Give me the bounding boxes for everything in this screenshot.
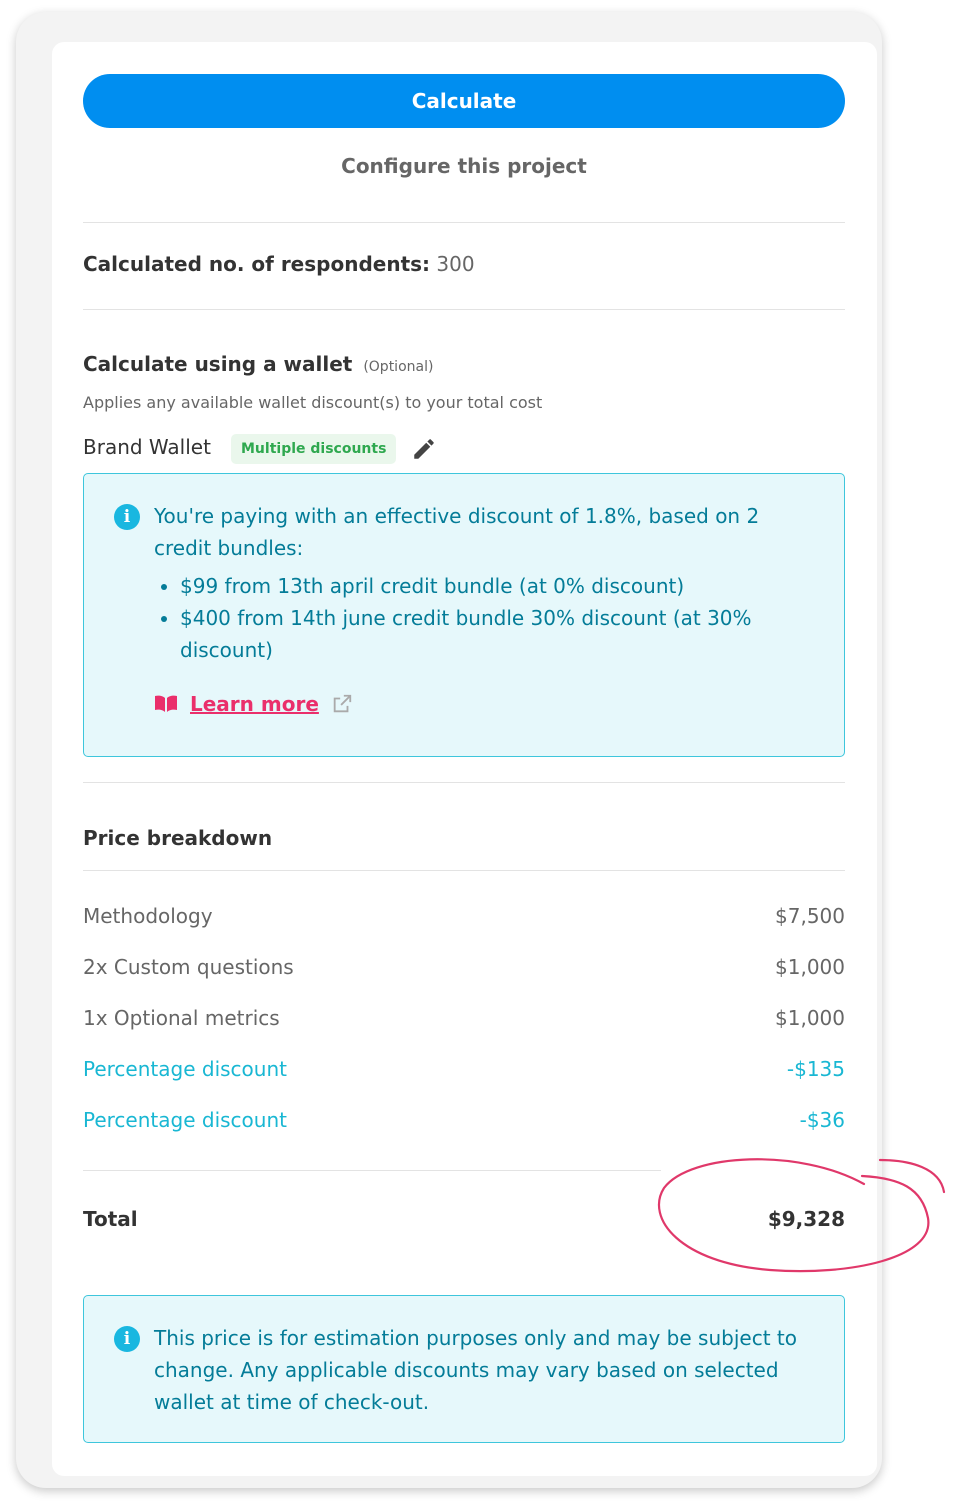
calculate-button[interactable]: Calculate xyxy=(83,74,845,128)
annotation-circle xyxy=(658,1158,946,1273)
disclaimer-text: This price is for estimation purposes on… xyxy=(154,1326,797,1414)
total-label: Total xyxy=(83,1207,138,1231)
estimation-disclaimer: i This price is for estimation purposes … xyxy=(83,1295,845,1443)
discount-intro: You're paying with an effective discount… xyxy=(154,504,760,560)
price-breakdown-title: Price breakdown xyxy=(83,826,273,850)
wallet-subtitle: Applies any available wallet discount(s)… xyxy=(83,393,543,412)
discount-badge: Multiple discounts xyxy=(231,434,397,464)
discount-row-label: Percentage discount xyxy=(83,1108,287,1132)
list-item: $99 from 13th april credit bundle (at 0%… xyxy=(180,570,830,602)
respondents-value: 300 xyxy=(436,252,475,276)
price-row-value: $1,000 xyxy=(775,955,845,979)
divider xyxy=(83,1170,661,1171)
price-row-value: $1,000 xyxy=(775,1006,845,1030)
pencil-icon[interactable] xyxy=(411,436,437,462)
learn-more-row: Learn more xyxy=(154,692,353,716)
discount-row-value: -$135 xyxy=(786,1057,845,1081)
divider xyxy=(83,309,845,310)
configure-project-link[interactable]: Configure this project xyxy=(83,154,845,178)
learn-more-link[interactable]: Learn more xyxy=(190,692,319,716)
discount-row-value: -$36 xyxy=(799,1108,845,1132)
book-icon xyxy=(155,695,177,712)
external-link-icon[interactable] xyxy=(331,693,353,715)
list-item: $400 from 14th june credit bundle 30% di… xyxy=(180,602,830,666)
respondents-summary: Calculated no. of respondents: 300 xyxy=(83,252,475,276)
price-row-label: Methodology xyxy=(83,904,213,928)
wallet-name: Brand Wallet xyxy=(83,435,211,459)
price-row-label: 2x Custom questions xyxy=(83,955,294,979)
info-icon: i xyxy=(114,504,140,530)
respondents-label: Calculated no. of respondents: xyxy=(83,252,431,276)
price-row-label: 1x Optional metrics xyxy=(83,1006,280,1030)
divider xyxy=(83,870,845,871)
divider xyxy=(83,782,845,783)
price-row-value: $7,500 xyxy=(775,904,845,928)
wallet-section-title: Calculate using a wallet (Optional) xyxy=(83,352,433,376)
optional-label: (Optional) xyxy=(363,359,434,375)
wallet-discount-info: i You're paying with an effective discou… xyxy=(83,473,845,757)
info-icon: i xyxy=(114,1326,140,1352)
credit-bundle-list: $99 from 13th april credit bundle (at 0%… xyxy=(154,570,830,666)
discount-row-label: Percentage discount xyxy=(83,1057,287,1081)
wallet-title-text: Calculate using a wallet xyxy=(83,352,353,376)
divider xyxy=(83,222,845,223)
